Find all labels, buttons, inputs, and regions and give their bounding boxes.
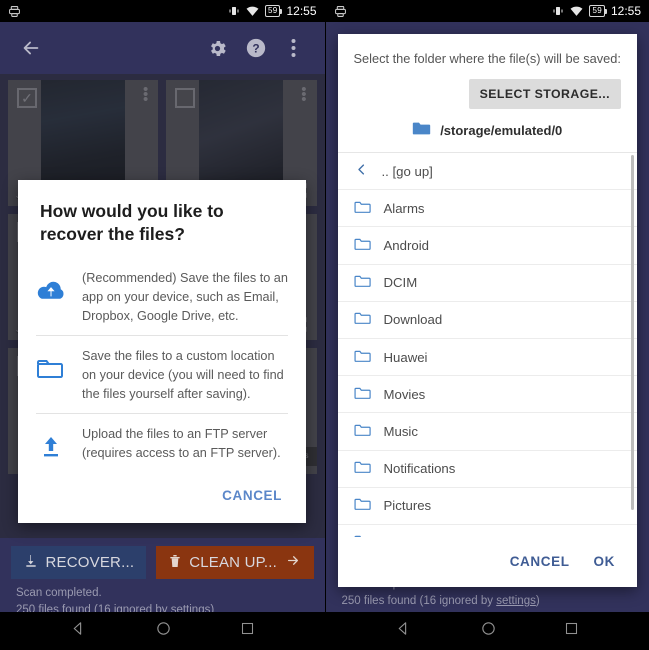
- folder-item-huawei[interactable]: Huawei: [337, 339, 637, 377]
- folder-icon: [353, 386, 371, 403]
- current-path-label: /storage/emulated/0: [440, 122, 563, 138]
- recover-method-dialog: How would you like to recover the files?…: [18, 180, 306, 523]
- nav-recents-square-icon[interactable]: [564, 621, 579, 641]
- dialog-title: How would you like to recover the files?: [40, 201, 224, 244]
- printer-icon: [334, 5, 347, 18]
- folder-item-label: Pictures: [383, 498, 432, 514]
- chevron-left-icon: [354, 162, 369, 180]
- settings-link[interactable]: settings: [496, 595, 536, 607]
- option-custom-location[interactable]: Save the files to a custom location on y…: [18, 336, 306, 413]
- folder-item-dcim[interactable]: DCIM: [337, 265, 637, 302]
- folder-icon: [34, 345, 68, 381]
- folder-icon: [353, 200, 371, 217]
- folder-list-scrollbar[interactable]: [631, 155, 634, 510]
- folder-item-download[interactable]: Download: [337, 302, 637, 339]
- clock: 12:55: [286, 4, 317, 18]
- option-custom-location-label: Save the files to a custom location on y…: [82, 348, 284, 401]
- back-arrow-icon[interactable]: [12, 29, 50, 67]
- help-icon[interactable]: ?: [237, 29, 275, 67]
- folder-picker-dialog: Select the folder where the file(s) will…: [337, 34, 638, 587]
- cloud-upload-icon: [34, 267, 68, 303]
- cleanup-button-label: CLEAN UP...: [189, 554, 277, 571]
- folder-item-notifications[interactable]: Notifications: [337, 451, 637, 488]
- folder-list[interactable]: .. [go up] Alarms Android DCIM Download: [337, 152, 638, 537]
- folder-item-alarms[interactable]: Alarms: [337, 190, 637, 228]
- folder-item-label: Huawei: [383, 349, 428, 365]
- folder-icon: [353, 460, 371, 477]
- printer-icon: [8, 5, 21, 18]
- android-nav-bar-right: [325, 612, 649, 650]
- option-ftp-upload[interactable]: Upload the files to an FTP server (requi…: [18, 414, 306, 472]
- recover-button-label: RECOVER...: [45, 554, 135, 571]
- wifi-icon: [246, 6, 259, 17]
- folder-item-music[interactable]: Music: [337, 413, 637, 451]
- folder-dialog-actions: CANCEL OK: [338, 537, 638, 587]
- folder-item-label: Android: [383, 237, 429, 253]
- option-cloud-app[interactable]: (Recommended) Save the files to an app o…: [18, 258, 306, 335]
- more-vertical-icon[interactable]: [275, 29, 313, 67]
- folder-icon: [353, 311, 371, 328]
- dual-screenshot: 59 12:55 ? How would you like to recover…: [0, 0, 649, 650]
- clock: 12:55: [610, 4, 641, 18]
- folder-item-label: Podcasts: [384, 535, 438, 537]
- ok-button[interactable]: OK: [590, 548, 619, 575]
- folder-item-label: Movies: [383, 386, 426, 402]
- download-icon: [23, 553, 39, 573]
- right-panel: 59 12:55 Scan completed. 250 files found…: [324, 0, 649, 650]
- option-cloud-app-label: (Recommended) Save the files to an app o…: [82, 270, 288, 323]
- app-bar-left: ?: [0, 22, 325, 74]
- left-panel: 59 12:55 ? How would you like to recover…: [0, 0, 325, 650]
- folder-icon: [353, 349, 371, 366]
- select-storage-button[interactable]: SELECT STORAGE...: [468, 79, 621, 109]
- nav-home-circle-icon[interactable]: [480, 620, 497, 642]
- folder-item-label: Notifications: [383, 461, 456, 477]
- folder-item-label: DCIM: [383, 275, 418, 291]
- folder-item-go-up[interactable]: .. [go up]: [337, 153, 637, 191]
- scan-status-line2: 250 files found (16 ignored by settings): [341, 594, 540, 607]
- folder-icon: [353, 274, 371, 291]
- folder-item-label: Alarms: [383, 200, 425, 216]
- folder-item-label: Music: [383, 423, 418, 439]
- gear-icon[interactable]: [199, 29, 237, 67]
- cleanup-button[interactable]: CLEAN UP...: [156, 546, 314, 579]
- scan-status-line1: Scan completed.: [16, 587, 102, 599]
- wifi-icon: [570, 6, 583, 17]
- trash-icon: [168, 553, 182, 573]
- folder-icon: [353, 237, 371, 254]
- folder-item-android[interactable]: Android: [337, 227, 637, 265]
- status-bar-right: 59 12:55: [325, 0, 649, 22]
- nav-recents-square-icon[interactable]: [240, 621, 255, 641]
- cancel-button[interactable]: CANCEL: [218, 482, 286, 509]
- folder-item-label: Download: [383, 312, 443, 328]
- dialog-actions: CANCEL: [18, 472, 306, 523]
- status-bar-left: 59 12:55: [0, 0, 325, 22]
- nav-back-triangle-icon[interactable]: [70, 620, 87, 642]
- svg-text:?: ?: [252, 42, 259, 56]
- battery-indicator: 59: [264, 5, 282, 17]
- folder-item-movies[interactable]: Movies: [337, 376, 637, 414]
- folder-item-label: .. [go up]: [381, 163, 433, 179]
- folder-icon: [353, 497, 371, 514]
- folder-item-podcasts[interactable]: Podcasts: [338, 525, 638, 537]
- current-path-row: /storage/emulated/0: [338, 109, 638, 152]
- recover-button[interactable]: RECOVER...: [10, 546, 147, 579]
- battery-indicator: 59: [589, 5, 607, 17]
- folder-icon: [353, 423, 371, 440]
- nav-back-triangle-icon[interactable]: [395, 620, 412, 642]
- android-nav-bar-left: [0, 612, 325, 650]
- folder-picker-prompt: Select the folder where the file(s) will…: [353, 51, 621, 66]
- folder-item-pictures[interactable]: Pictures: [337, 488, 637, 525]
- arrow-right-icon: [284, 553, 302, 572]
- nav-home-circle-icon[interactable]: [155, 620, 172, 642]
- bottom-action-bar-left: RECOVER... CLEAN UP... Scan completed. 2…: [0, 538, 325, 616]
- folder-icon: [354, 534, 371, 537]
- cancel-button[interactable]: CANCEL: [506, 548, 574, 575]
- vibrate-icon: [228, 5, 240, 17]
- vibrate-icon: [552, 5, 564, 17]
- upload-icon: [34, 423, 68, 459]
- folder-filled-icon: [412, 121, 431, 139]
- option-ftp-upload-label: Upload the files to an FTP server (requi…: [82, 426, 281, 460]
